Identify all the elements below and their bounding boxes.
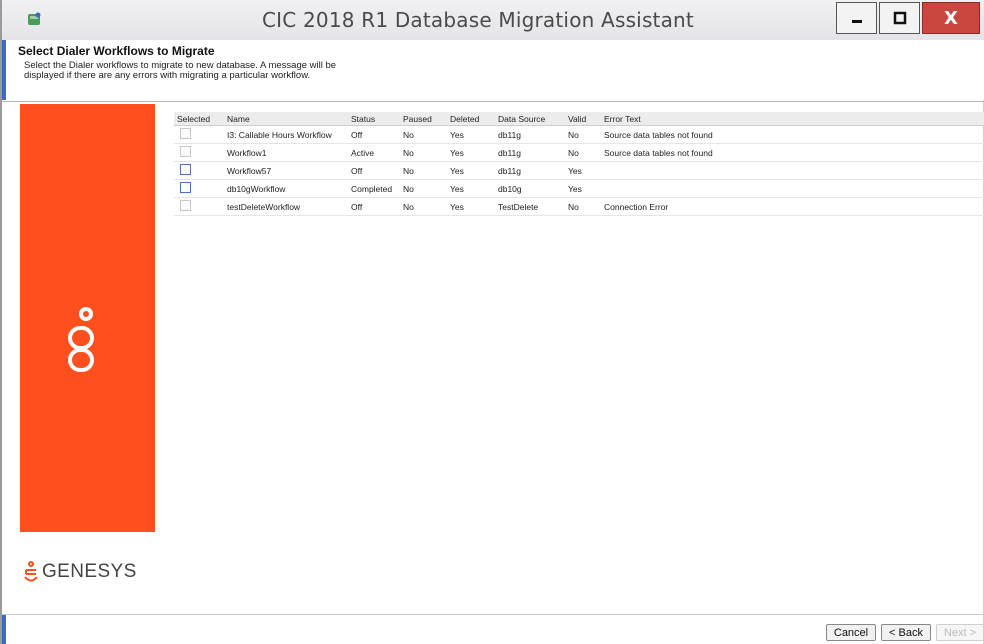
column-header-selected[interactable]: Selected [174, 112, 224, 126]
row-checkbox[interactable] [180, 146, 191, 157]
valid-cell: Yes [565, 179, 601, 198]
selected-cell [174, 125, 224, 144]
status-cell: Active [348, 143, 400, 162]
row-checkbox[interactable] [180, 128, 191, 139]
selected-cell [174, 179, 224, 198]
table-row[interactable]: Workflow1 Active No Yes db11g No Source … [174, 143, 984, 162]
error-text-cell: Source data tables not found [601, 125, 727, 144]
data-source-cell: TestDelete [495, 197, 565, 216]
next-button[interactable]: Next > [936, 624, 984, 641]
window-title: CIC 2018 R1 Database Migration Assistant [262, 8, 694, 32]
data-source-cell: db11g [495, 143, 565, 162]
selected-cell [174, 143, 224, 162]
cancel-button[interactable]: Cancel [826, 624, 876, 641]
filler-cell [727, 161, 984, 180]
data-source-cell: db11g [495, 161, 565, 180]
deleted-cell: Yes [447, 143, 495, 162]
page-description: Select the Dialer workflows to migrate t… [24, 60, 337, 81]
error-text-cell: Source data tables not found [601, 143, 727, 162]
deleted-cell: Yes [447, 125, 495, 144]
selected-cell [174, 161, 224, 180]
table-row[interactable]: I3: Callable Hours Workflow Off No Yes d… [174, 125, 984, 144]
valid-cell: No [565, 125, 601, 144]
selected-cell [174, 197, 224, 216]
column-header-filler [727, 112, 984, 126]
status-cell: Completed [348, 179, 400, 198]
table-row[interactable]: testDeleteWorkflow Off No Yes TestDelete… [174, 197, 984, 216]
column-header-valid[interactable]: Valid [565, 112, 601, 126]
paused-cell: No [400, 179, 447, 198]
data-source-cell: db10g [495, 179, 565, 198]
title-bar: CIC 2018 R1 Database Migration Assistant… [2, 0, 984, 41]
name-cell: db10gWorkflow [224, 179, 348, 198]
row-checkbox[interactable] [180, 200, 191, 211]
minimize-icon [851, 20, 862, 23]
column-header-name[interactable]: Name [224, 112, 348, 126]
minimize-button[interactable] [836, 2, 877, 34]
migration-assistant-window: CIC 2018 R1 Database Migration Assistant… [0, 0, 984, 644]
wizard-header: Select Dialer Workflows to Migrate Selec… [2, 40, 984, 100]
app-icon [28, 12, 41, 25]
column-header-deleted[interactable]: Deleted [447, 112, 495, 126]
page-title: Select Dialer Workflows to Migrate [18, 44, 215, 58]
brand-panel [20, 104, 155, 532]
header-divider [2, 101, 984, 102]
paused-cell: No [400, 143, 447, 162]
name-cell: Workflow57 [224, 161, 348, 180]
genesys-g-icon [24, 561, 38, 582]
deleted-cell: Yes [447, 161, 495, 180]
paused-cell: No [400, 161, 447, 180]
brand-name: GENESYS [42, 561, 137, 582]
close-button[interactable]: X [922, 2, 980, 34]
valid-cell: No [565, 143, 601, 162]
header-accent-bar [2, 40, 6, 100]
status-cell: Off [348, 197, 400, 216]
error-text-cell: Connection Error [601, 197, 727, 216]
error-text-cell [601, 179, 727, 198]
column-header-paused[interactable]: Paused [400, 112, 447, 126]
genesys-logo-icon [68, 307, 94, 372]
filler-cell [727, 179, 984, 198]
error-text-cell [601, 161, 727, 180]
maximize-button[interactable] [879, 2, 920, 34]
filler-cell [727, 197, 984, 216]
status-cell: Off [348, 161, 400, 180]
name-cell: Workflow1 [224, 143, 348, 162]
row-checkbox[interactable] [180, 164, 191, 175]
deleted-cell: Yes [447, 179, 495, 198]
name-cell: testDeleteWorkflow [224, 197, 348, 216]
paused-cell: No [400, 197, 447, 216]
table-row[interactable]: Workflow57 Off No Yes db11g Yes [174, 161, 984, 180]
row-checkbox[interactable] [180, 182, 191, 193]
filler-cell [727, 125, 984, 144]
column-header-data-source[interactable]: Data Source [495, 112, 565, 126]
footer-divider [2, 614, 984, 615]
name-cell: I3: Callable Hours Workflow [224, 125, 348, 144]
valid-cell: Yes [565, 161, 601, 180]
back-button[interactable]: < Back [881, 624, 931, 641]
footer-accent-bar [2, 615, 6, 644]
table-header-row: Selected Name Status Paused Deleted Data… [174, 112, 984, 126]
maximize-icon [893, 11, 906, 25]
column-header-error-text[interactable]: Error Text [601, 112, 727, 126]
close-icon: X [944, 7, 958, 29]
status-cell: Off [348, 125, 400, 144]
workflow-table: Selected Name Status Paused Deleted Data… [174, 112, 984, 216]
deleted-cell: Yes [447, 197, 495, 216]
paused-cell: No [400, 125, 447, 144]
brand-logo: GENESYS [22, 560, 137, 584]
data-source-cell: db11g [495, 125, 565, 144]
column-header-status[interactable]: Status [348, 112, 400, 126]
table-row[interactable]: db10gWorkflow Completed No Yes db10g Yes [174, 179, 984, 198]
filler-cell [727, 143, 984, 162]
valid-cell: No [565, 197, 601, 216]
